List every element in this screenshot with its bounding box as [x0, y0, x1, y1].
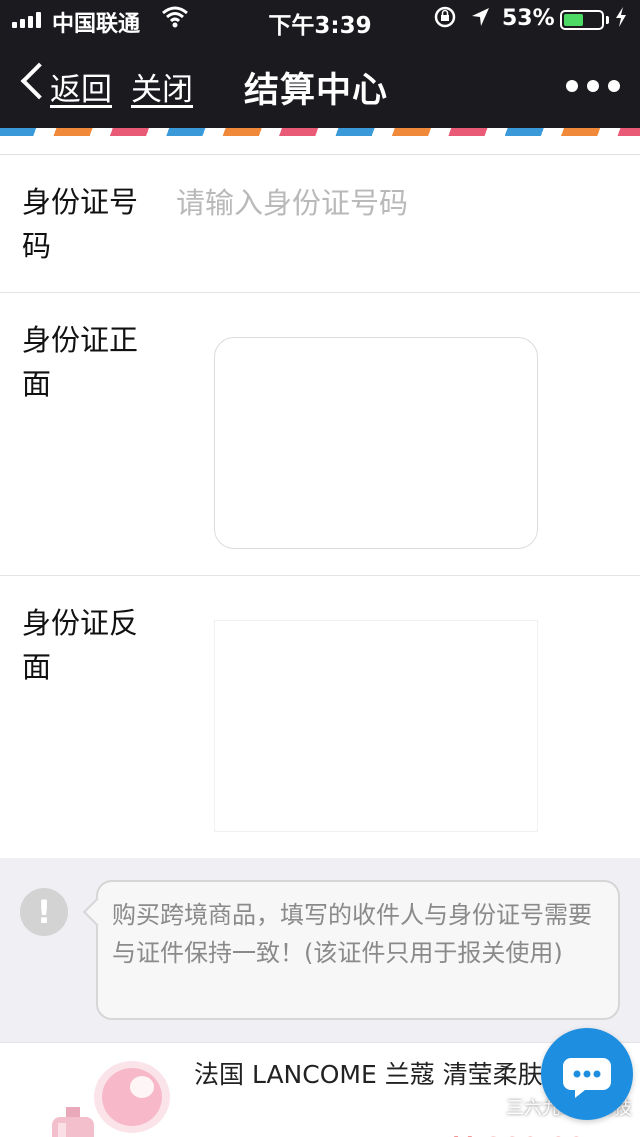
status-bar: 中国联通 下午3:39 53% [0, 0, 640, 40]
id-back-row: 身份证反面 [0, 576, 640, 858]
airmail-stripe-decoration [0, 128, 640, 136]
wechat-icon [478, 1098, 499, 1115]
notice-bubble: 购买跨境商品，填写的收件人与身份证号需要与证件保持一致！(该证件只用于报关使用) [96, 880, 620, 1020]
battery-tip [606, 16, 609, 24]
chat-button[interactable] [541, 1028, 633, 1120]
product-qty-label: 数量 [194, 1131, 242, 1137]
chat-bubble-icon [563, 1058, 611, 1098]
id-front-upload[interactable] [214, 337, 538, 549]
close-button[interactable]: 关闭 [131, 64, 193, 109]
exclamation-icon: ! [20, 888, 68, 936]
page-title: 结算中心 [244, 71, 389, 111]
id-back-label: 身份证反面 [22, 606, 139, 684]
battery-percent: 53% [502, 6, 555, 31]
id-number-row: 身份证号码 [0, 155, 640, 293]
location-icon [470, 6, 490, 33]
id-back-upload[interactable] [214, 620, 538, 832]
rotation-lock-icon [434, 6, 456, 33]
product-name: 法国 LANCOME 兰蔻 清莹柔肤水 粉水 400ml 补水保湿 [194, 1060, 554, 1089]
top-bar: 中国联通 下午3:39 53% 返回 关闭 结算中心 [0, 0, 640, 128]
notice-section: ! 购买跨境商品，填写的收件人与身份证号需要与证件保持一致！(该证件只用于报关使… [0, 860, 640, 1042]
id-front-label: 身份证正面 [22, 323, 139, 401]
id-number-input[interactable] [176, 181, 606, 225]
id-form: 身份证号码 身份证正面 身份证反面 [0, 155, 640, 858]
id-front-row: 身份证正面 [0, 293, 640, 576]
charging-icon [614, 6, 628, 33]
back-button[interactable]: 返回 [50, 64, 112, 109]
product-image [44, 1057, 174, 1137]
battery-icon [560, 10, 604, 30]
id-number-label: 身份证号码 [22, 185, 139, 263]
more-options-icon[interactable] [566, 80, 620, 92]
nav-bar: 返回 关闭 结算中心 [0, 44, 640, 128]
